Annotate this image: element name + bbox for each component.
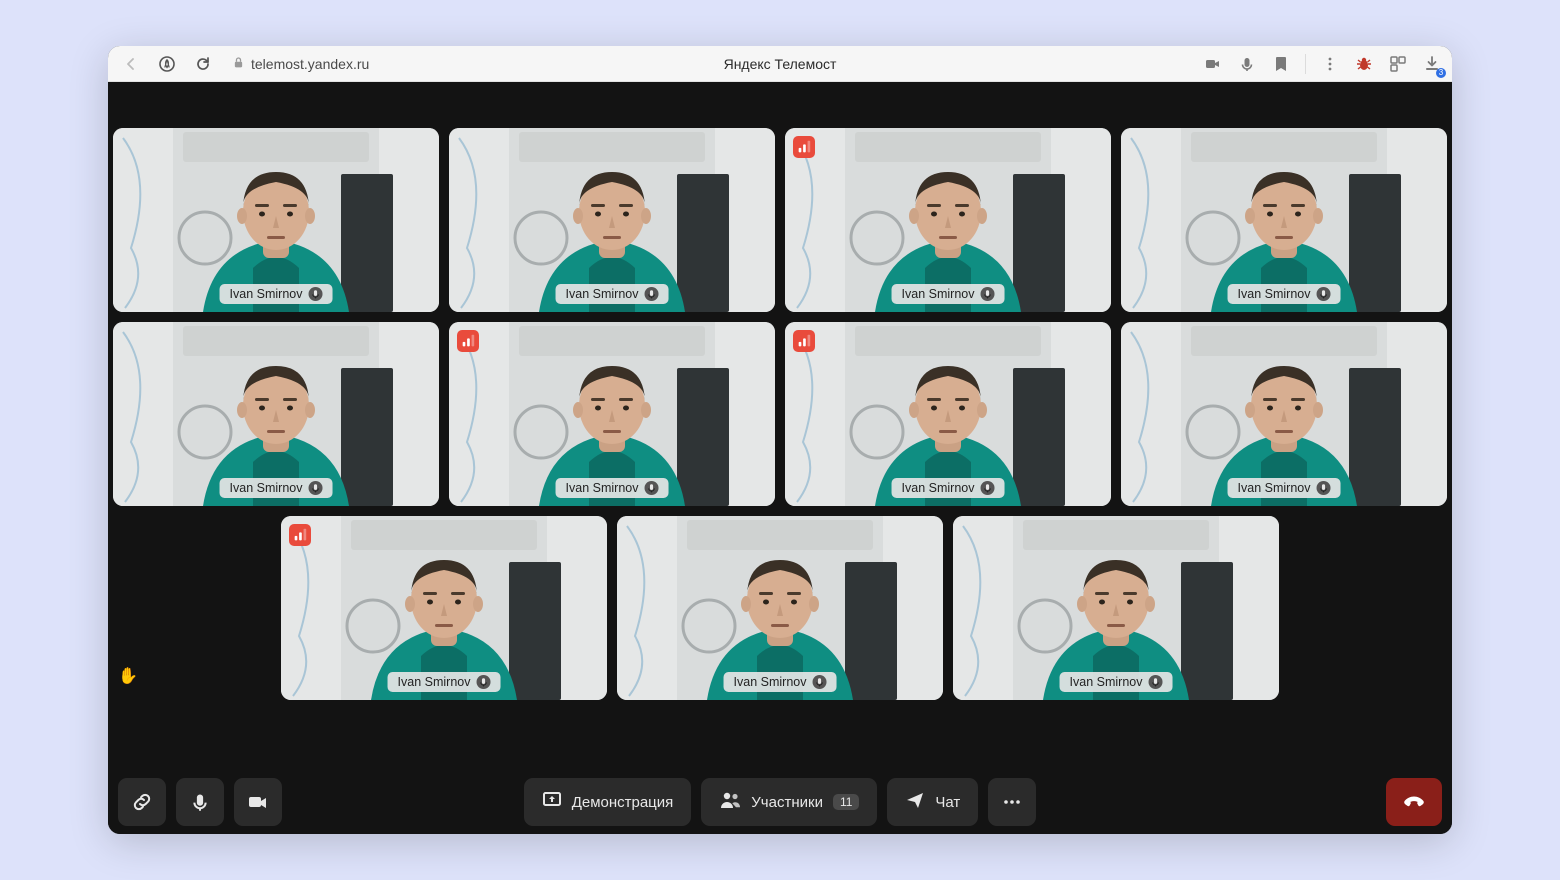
- poor-connection-icon: [457, 330, 479, 352]
- participant-tile[interactable]: Ivan Smirnov: [785, 322, 1111, 506]
- address-bar[interactable]: telemost.yandex.ru: [232, 56, 369, 72]
- participant-name-pill: Ivan Smirnov: [1228, 478, 1341, 498]
- mic-status-icon: [812, 675, 826, 689]
- chat-button[interactable]: Чат: [887, 778, 978, 826]
- back-button[interactable]: [118, 51, 144, 77]
- participant-name: Ivan Smirnov: [566, 287, 639, 301]
- participant-name: Ivan Smirnov: [1238, 481, 1311, 495]
- participant-name: Ivan Smirnov: [902, 287, 975, 301]
- downloads-count-badge: 3: [1436, 68, 1446, 78]
- participant-name-pill: Ivan Smirnov: [892, 284, 1005, 304]
- participant-tile[interactable]: Ivan Smirnov: [785, 128, 1111, 312]
- bookmark-icon[interactable]: [1271, 54, 1291, 74]
- downloads-icon[interactable]: 3: [1422, 54, 1442, 74]
- participant-name-pill: Ivan Smirnov: [556, 478, 669, 498]
- participant-tile[interactable]: Ivan Smirnov: [449, 322, 775, 506]
- mic-status-icon: [476, 675, 490, 689]
- participant-name-pill: Ivan Smirnov: [388, 672, 501, 692]
- camera-permission-icon[interactable]: [1203, 54, 1223, 74]
- poor-connection-icon: [793, 330, 815, 352]
- participant-tile[interactable]: Ivan Smirnov: [113, 322, 439, 506]
- reload-button[interactable]: [190, 51, 216, 77]
- participants-label: Участники: [751, 794, 823, 811]
- toggle-mic-button[interactable]: [176, 778, 224, 826]
- mic-status-icon: [980, 481, 994, 495]
- participant-tile[interactable]: Ivan Smirnov: [281, 516, 607, 700]
- mic-status-icon: [1148, 675, 1162, 689]
- mic-status-icon: [644, 481, 658, 495]
- extensions-icon[interactable]: [1388, 54, 1408, 74]
- participant-name: Ivan Smirnov: [230, 481, 303, 495]
- chat-label: Чат: [935, 794, 960, 811]
- separator: [1305, 54, 1306, 74]
- screen-share-button[interactable]: Демонстрация: [524, 778, 692, 826]
- app-window: telemost.yandex.ru Яндекс Телемост: [108, 46, 1452, 834]
- participant-row: Ivan Smirnov Ivan Smirnov Ivan Smirnov Ivan…: [113, 128, 1447, 312]
- participant-name: Ivan Smirnov: [1070, 675, 1143, 689]
- participant-tile[interactable]: Ivan Smirnov: [1121, 322, 1447, 506]
- shield-icon[interactable]: [154, 51, 180, 77]
- copy-link-button[interactable]: [118, 778, 166, 826]
- video-stage: ✋ Ivan SmirnovIvan SmirnovIvan SmirnovIv…: [108, 82, 1452, 770]
- participant-name: Ivan Smirnov: [1238, 287, 1311, 301]
- toggle-camera-button[interactable]: [234, 778, 282, 826]
- mic-status-icon: [1316, 287, 1330, 301]
- screen-share-label: Демонстрация: [572, 794, 674, 811]
- mic-status-icon: [644, 287, 658, 301]
- call-toolbar: Демонстрация Участники 11 Чат: [108, 770, 1452, 834]
- bug-extension-icon[interactable]: [1354, 54, 1374, 74]
- url-text: telemost.yandex.ru: [251, 56, 369, 72]
- browser-chrome: telemost.yandex.ru Яндекс Телемост: [108, 46, 1452, 82]
- poor-connection-icon: [289, 524, 311, 546]
- menu-icon[interactable]: [1320, 54, 1340, 74]
- participant-tile[interactable]: Ivan Smirnov: [449, 128, 775, 312]
- mic-status-icon: [1316, 481, 1330, 495]
- participant-name-pill: Ivan Smirnov: [1060, 672, 1173, 692]
- mic-permission-icon[interactable]: [1237, 54, 1257, 74]
- participant-tile[interactable]: Ivan Smirnov: [953, 516, 1279, 700]
- participant-name-pill: Ivan Smirnov: [1228, 284, 1341, 304]
- participant-name-pill: Ivan Smirnov: [220, 284, 333, 304]
- mic-status-icon: [980, 287, 994, 301]
- participant-tile[interactable]: Ivan Smirnov: [617, 516, 943, 700]
- participant-name-pill: Ivan Smirnov: [892, 478, 1005, 498]
- participant-name: Ivan Smirnov: [902, 481, 975, 495]
- participant-tile[interactable]: Ivan Smirnov: [113, 128, 439, 312]
- participant-row: Ivan Smirnov Ivan Smirnov Ivan Smirnov Ivan…: [113, 322, 1447, 506]
- participants-icon: [719, 790, 741, 814]
- participant-name: Ivan Smirnov: [734, 675, 807, 689]
- screen-share-icon: [542, 790, 562, 814]
- participants-button[interactable]: Участники 11: [701, 778, 877, 826]
- lock-icon: [232, 56, 245, 72]
- chat-icon: [905, 790, 925, 814]
- poor-connection-icon: [793, 136, 815, 158]
- participant-name-pill: Ivan Smirnov: [724, 672, 837, 692]
- chrome-toolbar-right: 3: [1203, 54, 1442, 74]
- mic-status-icon: [308, 481, 322, 495]
- participant-name: Ivan Smirnov: [566, 481, 639, 495]
- raise-hand-indicator: ✋: [118, 666, 138, 686]
- hangup-button[interactable]: [1386, 778, 1442, 826]
- participant-name: Ivan Smirnov: [398, 675, 471, 689]
- participants-count: 11: [833, 794, 859, 810]
- more-options-button[interactable]: [988, 778, 1036, 826]
- participant-name-pill: Ivan Smirnov: [220, 478, 333, 498]
- participant-tile[interactable]: Ivan Smirnov: [1121, 128, 1447, 312]
- participant-name-pill: Ivan Smirnov: [556, 284, 669, 304]
- participant-grid: Ivan SmirnovIvan SmirnovIvan SmirnovIvan…: [108, 128, 1452, 700]
- participant-row: Ivan Smirnov Ivan Smirnov Ivan Smirnov: [281, 516, 1279, 700]
- mic-status-icon: [308, 287, 322, 301]
- participant-name: Ivan Smirnov: [230, 287, 303, 301]
